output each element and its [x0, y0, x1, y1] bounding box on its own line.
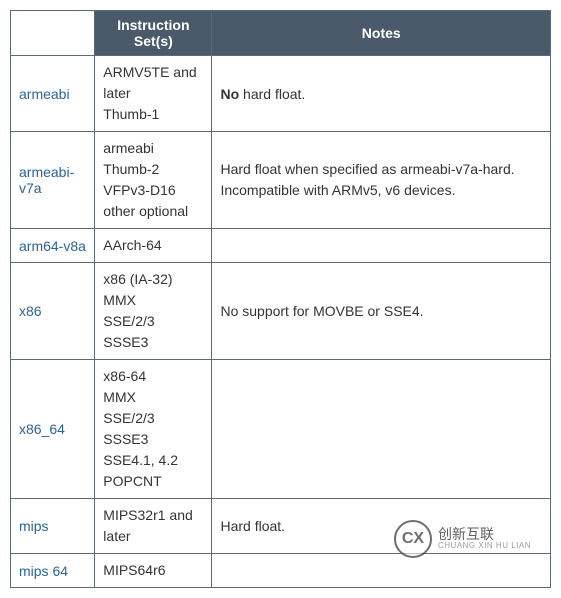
notes-cell [212, 360, 551, 499]
abi-link-armeabi[interactable]: armeabi [11, 56, 95, 132]
abi-link-armeabi-v7a[interactable]: armeabi-v7a [11, 132, 95, 229]
notes-cell: No support for MOVBE or SSE4. [212, 263, 551, 360]
notes-cell: Hard float when specified as armeabi-v7a… [212, 132, 551, 229]
header-notes: Notes [212, 11, 551, 56]
table-row: x86 x86 (IA-32) MMX SSE/2/3 SSSE3 No sup… [11, 263, 551, 360]
instruction-cell: x86 (IA-32) MMX SSE/2/3 SSSE3 [95, 263, 212, 360]
notes-cell [212, 229, 551, 263]
abi-link-mips64[interactable]: mips 64 [11, 554, 95, 588]
header-instruction: Instruction Set(s) [95, 11, 212, 56]
abi-link-x86-64[interactable]: x86_64 [11, 360, 95, 499]
instruction-cell: MIPS64r6 [95, 554, 212, 588]
header-row: Instruction Set(s) Notes [11, 11, 551, 56]
header-empty [11, 11, 95, 56]
notes-cell: No hard float. [212, 56, 551, 132]
table-row: armeabi ARMV5TE and later Thumb-1 No har… [11, 56, 551, 132]
table-row: mips 64 MIPS64r6 [11, 554, 551, 588]
table-row: x86_64 x86-64 MMX SSE/2/3 SSSE3 SSE4.1, … [11, 360, 551, 499]
instruction-cell: x86-64 MMX SSE/2/3 SSSE3 SSE4.1, 4.2 POP… [95, 360, 212, 499]
instruction-cell: armeabi Thumb-2 VFPv3-D16 other optional [95, 132, 212, 229]
abi-link-x86[interactable]: x86 [11, 263, 95, 360]
instruction-cell: ARMV5TE and later Thumb-1 [95, 56, 212, 132]
abi-link-arm64-v8a[interactable]: arm64-v8a [11, 229, 95, 263]
instruction-cell: AArch-64 [95, 229, 212, 263]
table-row: armeabi-v7a armeabi Thumb-2 VFPv3-D16 ot… [11, 132, 551, 229]
abi-table: Instruction Set(s) Notes armeabi ARMV5TE… [10, 10, 551, 588]
notes-cell [212, 554, 551, 588]
table-row: arm64-v8a AArch-64 [11, 229, 551, 263]
